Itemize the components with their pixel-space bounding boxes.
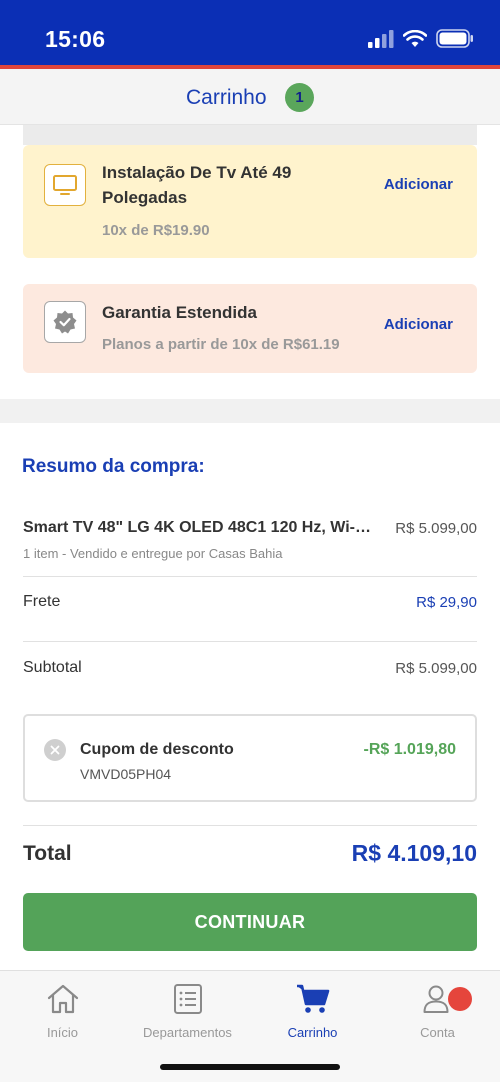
total-value: R$ 4.109,10 [351,840,477,866]
service-warranty-card[interactable]: Garantia Estendida Planos a partir de 10… [23,284,477,373]
page-title: Carrinho [186,86,267,109]
user-icon [375,981,500,1017]
product-seller-info: 1 item - Vendido e entregue por Casas Ba… [23,546,283,561]
product-price: R$ 5.099,00 [395,520,477,537]
wifi-icon [403,29,427,47]
battery-icon [436,29,473,48]
nav-item-departamentos[interactable]: Departamentos [125,981,250,1040]
add-installation-button[interactable]: Adicionar [384,176,453,193]
subtotal-value: R$ 5.099,00 [395,660,477,677]
section-separator [0,399,500,423]
tv-icon [44,164,86,206]
nav-item-conta[interactable]: Conta [375,981,500,1040]
nav-label: Departamentos [143,1025,232,1040]
signal-icon [368,29,394,48]
subtotal-label: Subtotal [23,659,82,676]
coupon-discount: -R$ 1.019,80 [363,741,456,758]
list-icon [125,981,250,1017]
home-icon [0,981,125,1017]
close-icon [50,745,60,755]
nav-label: Carrinho [287,1025,338,1040]
nav-item-carrinho[interactable]: Carrinho [250,981,375,1040]
total-label: Total [23,842,72,865]
divider [23,641,477,642]
summary-title: Resumo da compra: [22,456,205,477]
service-title: Garantia Estendida [102,303,257,322]
service-installation-card[interactable]: Instalação De Tv Até 49 Polegadas 10x de… [23,145,477,258]
shipping-value: R$ 29,90 [416,594,477,611]
coupon-code: VMVD05PH04 [80,766,172,782]
nav-item-inicio[interactable]: Início [0,981,125,1040]
coupon-box: Cupom de desconto VMVD05PH04 -R$ 1.019,8… [23,714,477,802]
remove-coupon-button[interactable] [44,739,66,761]
status-time: 15:06 [45,26,106,52]
status-icons [368,29,474,48]
continue-button[interactable]: CONTINUAR [23,893,477,951]
nav-label: Início [46,1025,79,1040]
service-title: Instalação De Tv Até 49 Polegadas [102,163,292,207]
product-name: Smart TV 48" LG 4K OLED 48C1 120 Hz, Wi-… [23,519,373,536]
nav-label: Conta [420,1025,455,1040]
service-price: Planos a partir de 10x de R$61.19 [102,336,340,353]
service-price: 10x de R$19.90 [102,222,210,239]
divider [23,825,477,826]
add-warranty-button[interactable]: Adicionar [384,316,453,333]
notification-badge [448,987,472,1011]
cart-count-badge: 1 [285,83,314,112]
shipping-label: Frete [23,593,61,610]
cart-icon [250,981,375,1017]
home-indicator [160,1064,340,1070]
cart-header: Carrinho 1 [0,69,500,125]
divider [23,576,477,577]
shield-check-icon [44,301,86,343]
scrolled-card-edge [23,125,477,145]
coupon-title: Cupom de desconto [80,741,234,758]
status-bar: 15:06 [0,0,500,65]
